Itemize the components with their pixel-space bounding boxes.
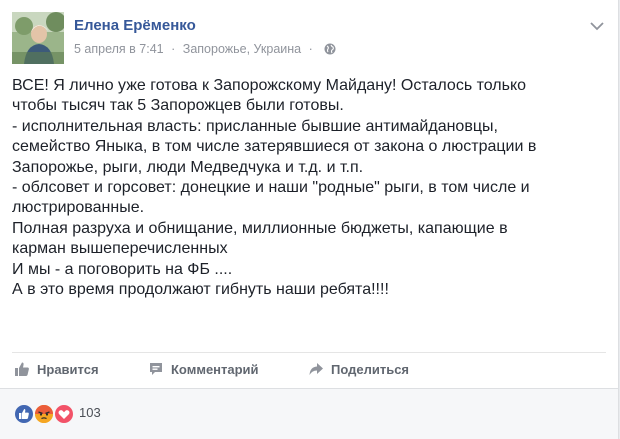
author-avatar[interactable] — [12, 12, 64, 64]
post-text-line: Запорожье, рыги, люди Медведчука и т.д. … — [12, 158, 364, 176]
like-button[interactable]: Нравится — [14, 358, 99, 380]
love-reaction-icon — [54, 404, 74, 424]
reaction-count[interactable]: 103 — [79, 405, 101, 420]
comment-button-label: Комментарий — [171, 361, 259, 377]
post-text-line: семейство Яныка, в том числе затерявшиес… — [12, 138, 537, 156]
post-text-line: А в это время продолжают гибнуть наши ре… — [12, 281, 389, 299]
post-meta: 5 апреля в 7:41 · Запорожье, Украина · — [74, 42, 336, 58]
comment-icon — [150, 363, 162, 375]
share-arrow-icon — [309, 363, 323, 375]
post-text-line: карман вышеперечисленных — [12, 240, 228, 258]
reaction-icons[interactable] — [14, 404, 76, 424]
post-text-line: И мы - а поговорить на ФБ .... — [12, 260, 233, 278]
post-text-line: - исполнительная власть: присланные бывш… — [12, 117, 498, 135]
post-body: ВСЕ! Я лично уже готова к Запорожскому М… — [12, 76, 606, 300]
reactions-bar: 103 — [0, 389, 619, 439]
share-button-label: Поделиться — [331, 361, 410, 377]
like-button-label: Нравится — [37, 361, 99, 377]
actions-divider — [12, 352, 606, 353]
angry-reaction-icon — [34, 404, 54, 424]
meta-separator: · — [308, 42, 313, 56]
chevron-down-icon[interactable] — [590, 18, 604, 31]
avatar-photo — [12, 12, 64, 64]
post-text-line: ВСЕ! Я лично уже готова к Запорожскому М… — [12, 77, 527, 94]
comment-button[interactable]: Комментарий — [148, 358, 259, 380]
post-text-line: чтобы тысяч так 5 Запорожцев были готовы… — [12, 97, 344, 115]
post-header: Елена Ерёменко 5 апреля в 7:41 · Запорож… — [12, 12, 606, 64]
post-text-line: люстрированные. — [12, 199, 145, 217]
post-text-line: - облсовет и горсовет: донецкие и наши "… — [12, 179, 530, 197]
like-reaction-icon — [14, 404, 34, 424]
author-name[interactable]: Елена Ерёменко — [74, 17, 196, 34]
thumbs-up-icon — [15, 362, 29, 376]
post-timestamp[interactable]: 5 апреля в 7:41 — [74, 42, 164, 56]
post-location[interactable]: Запорожье, Украина — [183, 42, 301, 56]
post-card: Елена Ерёменко 5 апреля в 7:41 · Запорож… — [0, 0, 619, 389]
meta-separator: · — [171, 42, 176, 56]
globe-icon[interactable] — [324, 43, 336, 58]
share-button[interactable]: Поделиться — [308, 358, 409, 380]
post-text-line: Полная разруха и обнищание, миллионные б… — [12, 219, 508, 237]
